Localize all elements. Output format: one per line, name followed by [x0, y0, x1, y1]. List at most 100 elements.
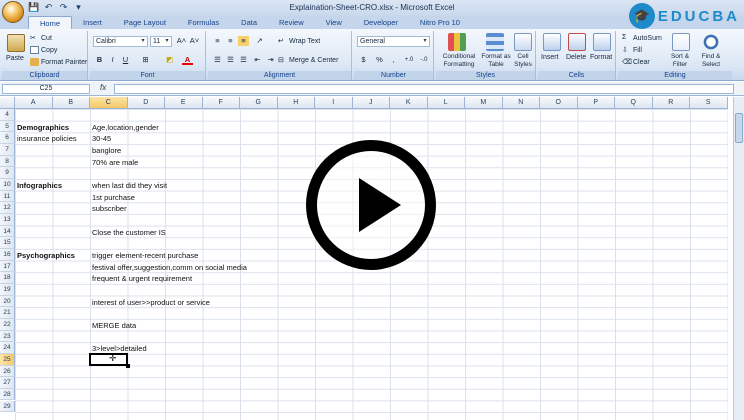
insert-button[interactable]: Insert — [541, 54, 559, 61]
font-color-button[interactable]: A — [182, 55, 193, 65]
row-header-27[interactable]: 27 — [0, 377, 15, 389]
align-middle-icon[interactable]: ≡ — [225, 36, 236, 46]
copy-button[interactable]: Copy — [30, 46, 57, 54]
row-header-5[interactable]: 5 — [0, 120, 15, 133]
row-header-10[interactable]: 10 — [0, 178, 15, 191]
cell-c18[interactable]: frequent & urgent requirement — [92, 273, 192, 284]
fill-button[interactable]: ⇩ Fill — [622, 46, 642, 54]
row-header-9[interactable]: 9 — [0, 167, 15, 179]
cell-c14[interactable]: Close the customer IS — [92, 227, 166, 238]
cell-c10[interactable]: when last did they visit — [92, 180, 167, 191]
row-header-11[interactable]: 11 — [0, 190, 15, 203]
select-all-corner[interactable] — [0, 97, 15, 109]
paste-button[interactable]: Paste — [6, 55, 24, 62]
scrollbar-thumb[interactable] — [735, 113, 743, 143]
cell-a10[interactable]: Infographics — [17, 180, 62, 191]
tab-home[interactable]: Home — [28, 16, 73, 29]
cell-a16[interactable]: Psychographics — [17, 250, 75, 261]
tab-insert[interactable]: Insert — [72, 16, 113, 29]
column-header-i[interactable]: I — [315, 97, 353, 109]
row-header-22[interactable]: 22 — [0, 318, 15, 331]
column-header-q[interactable]: Q — [615, 97, 653, 109]
italic-button[interactable]: I — [107, 55, 118, 65]
cell-a6[interactable]: insurance policies — [17, 133, 77, 144]
column-header-c[interactable]: C — [90, 97, 128, 109]
percent-button[interactable]: % — [374, 55, 385, 65]
shrink-font-button[interactable]: A˅ — [189, 36, 200, 46]
decrease-indent-icon[interactable]: ⇤ — [252, 55, 263, 65]
cell-c7[interactable]: banglore — [92, 145, 121, 156]
vertical-scrollbar[interactable] — [733, 97, 744, 420]
column-header-k[interactable]: K — [390, 97, 428, 109]
row-header-15[interactable]: 15 — [0, 237, 15, 249]
cell-a5[interactable]: Demographics — [17, 122, 69, 133]
column-header-h[interactable]: H — [277, 97, 315, 109]
tab-nitro[interactable]: Nitro Pro 10 — [409, 16, 471, 29]
borders-button[interactable]: ⊞ — [140, 55, 151, 65]
row-header-28[interactable]: 28 — [0, 388, 15, 401]
clear-button[interactable]: ⌫Clear — [622, 58, 650, 66]
paste-icon[interactable] — [7, 34, 25, 52]
column-header-f[interactable]: F — [202, 97, 240, 109]
row-header-26[interactable]: 26 — [0, 365, 15, 378]
number-format-combo[interactable]: General ▾ — [357, 36, 430, 47]
format-button[interactable]: Format — [590, 54, 612, 61]
cell-c20[interactable]: interest of user>>product or service — [92, 297, 210, 308]
autosum-button[interactable]: Σ AutoSum — [622, 34, 662, 42]
row-header-19[interactable]: 19 — [0, 283, 15, 296]
column-header-j[interactable]: J — [352, 97, 390, 109]
row-header-20[interactable]: 20 — [0, 295, 15, 308]
find-select-button[interactable]: Find & Select — [696, 53, 726, 69]
tab-review[interactable]: Review — [268, 16, 315, 29]
column-header-r[interactable]: R — [652, 97, 690, 109]
grow-font-button[interactable]: A˄ — [176, 36, 187, 46]
formula-input[interactable] — [114, 84, 734, 94]
wrap-text-button[interactable]: ↵ Wrap Text — [278, 37, 320, 45]
column-header-e[interactable]: E — [165, 97, 203, 109]
align-top-icon[interactable]: ≡ — [212, 36, 223, 46]
row-header-16[interactable]: 16 — [0, 248, 15, 261]
row-header-17[interactable]: 17 — [0, 260, 15, 273]
row-header-6[interactable]: 6 — [0, 132, 15, 144]
cell-c16[interactable]: trigger element-recent purchase — [92, 250, 198, 261]
tab-developer[interactable]: Developer — [353, 16, 409, 29]
column-header-a[interactable]: A — [15, 97, 53, 109]
row-header-24[interactable]: 24 — [0, 342, 15, 354]
increase-indent-icon[interactable]: ⇥ — [265, 55, 276, 65]
cell-c8[interactable]: 70% are male — [92, 157, 138, 168]
cell-c12[interactable]: subscriber — [92, 203, 127, 214]
row-header-21[interactable]: 21 — [0, 307, 15, 319]
row-header-14[interactable]: 14 — [0, 225, 15, 238]
align-right-icon[interactable]: ☰ — [238, 55, 249, 65]
font-size-combo[interactable]: 11 ▾ — [150, 36, 172, 47]
cell-c5[interactable]: Age,location,gender — [92, 122, 159, 133]
column-header-l[interactable]: L — [427, 97, 465, 109]
tab-view[interactable]: View — [315, 16, 353, 29]
align-left-icon[interactable]: ☰ — [212, 55, 223, 65]
row-header-23[interactable]: 23 — [0, 330, 15, 343]
underline-button[interactable]: U — [120, 55, 131, 65]
fill-color-button[interactable]: ◩ — [164, 55, 175, 65]
align-bottom-icon[interactable]: ≡ — [238, 36, 249, 46]
tab-data[interactable]: Data — [230, 16, 268, 29]
column-header-g[interactable]: G — [240, 97, 278, 109]
currency-button[interactable]: $ — [358, 55, 369, 65]
tab-formulas[interactable]: Formulas — [177, 16, 230, 29]
video-play-button[interactable] — [306, 140, 436, 270]
row-header-7[interactable]: 7 — [0, 143, 15, 156]
cell-styles-button[interactable]: Cell Styles — [512, 53, 534, 69]
format-painter-button[interactable]: Format Painter — [30, 58, 87, 66]
merge-center-button[interactable]: ⊟ Merge & Center — [278, 56, 338, 64]
column-header-p[interactable]: P — [577, 97, 615, 109]
cell-c22[interactable]: MERGE data — [92, 320, 136, 331]
row-header-12[interactable]: 12 — [0, 202, 15, 214]
cell-c6[interactable]: 30-45 — [92, 133, 111, 144]
row-header-4[interactable]: 4 — [0, 109, 15, 121]
increase-decimal-button[interactable]: +.0 — [402, 55, 416, 65]
tab-page-layout[interactable]: Page Layout — [113, 16, 177, 29]
font-name-combo[interactable]: Calibri ▾ — [93, 36, 148, 47]
row-header-18[interactable]: 18 — [0, 272, 15, 284]
column-header-d[interactable]: D — [127, 97, 165, 109]
row-header-25[interactable]: 25 — [0, 353, 15, 366]
orientation-icon[interactable]: ↗ — [254, 36, 265, 46]
